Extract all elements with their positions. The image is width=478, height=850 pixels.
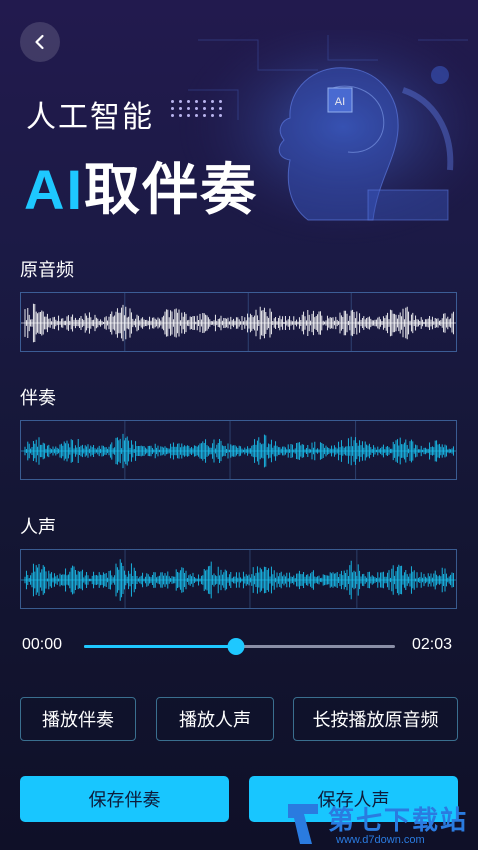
total-time: 02:03 bbox=[412, 636, 453, 653]
current-time: 00:00 bbox=[22, 636, 63, 653]
save-accompaniment-button[interactable]: 保存伴奏 bbox=[20, 776, 229, 822]
back-button[interactable] bbox=[20, 22, 60, 62]
watermark-logo-icon bbox=[288, 804, 318, 844]
title-ai: AI bbox=[24, 158, 84, 221]
watermark-title: 第七下载站 bbox=[328, 806, 469, 836]
waveform-path bbox=[24, 303, 454, 343]
hold-play-original-button[interactable]: 长按播放原音频 bbox=[293, 697, 458, 741]
waveform-accompaniment bbox=[20, 420, 457, 480]
waveform-original bbox=[20, 292, 457, 352]
track-label-accompaniment: 伴奏 bbox=[20, 388, 56, 409]
waveform-path bbox=[24, 433, 454, 469]
watermark-url: www.d7down.com bbox=[336, 834, 425, 846]
play-vocals-button[interactable]: 播放人声 bbox=[156, 697, 274, 741]
chevron-left-icon bbox=[35, 34, 44, 50]
track-label-original: 原音频 bbox=[20, 260, 74, 281]
page-subtitle: 人工智能 bbox=[26, 100, 154, 135]
progress-thumb[interactable] bbox=[227, 638, 245, 655]
waveform-vocals bbox=[20, 549, 457, 609]
waveform-path bbox=[24, 559, 454, 601]
play-accompaniment-button[interactable]: 播放伴奏 bbox=[20, 697, 136, 741]
decorative-dots bbox=[171, 100, 223, 117]
progress-slider[interactable] bbox=[84, 638, 395, 655]
watermark: 第七下载站 www.d7down.com bbox=[282, 798, 478, 850]
title-text: 取伴奏 bbox=[84, 158, 258, 223]
track-label-vocals: 人声 bbox=[20, 517, 56, 538]
progress-fill bbox=[84, 645, 237, 648]
page-title: AI取伴奏 bbox=[24, 145, 258, 226]
ai-chip-label: AI bbox=[335, 96, 345, 108]
